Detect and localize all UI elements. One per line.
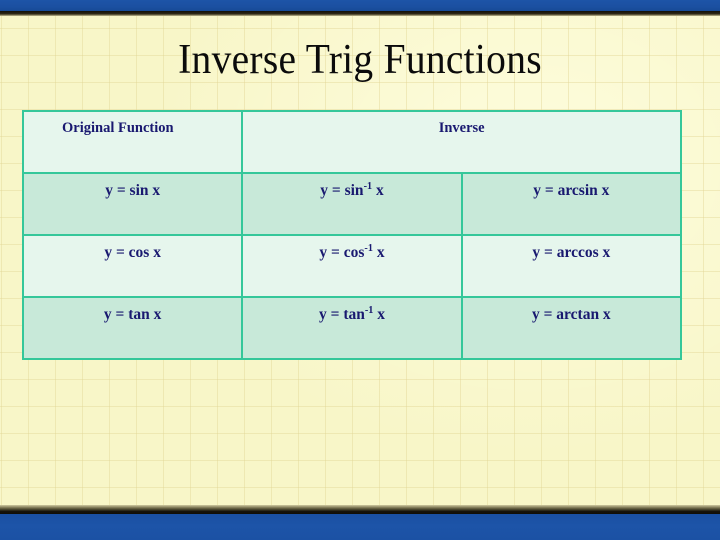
inverse-notation-base: y = tan — [318, 306, 365, 323]
inverse-notation-cos: y = cos-1 x — [249, 243, 454, 263]
inverse-notation-variable: x — [373, 306, 385, 323]
cell-inverse-notation: y = sin-1 x — [241, 172, 463, 236]
cell-original-function: y = tan x — [21, 296, 244, 360]
table-header-row: Original Function Inverse — [21, 110, 682, 174]
inverse-notation-exponent: -1 — [364, 242, 373, 254]
cell-inverse-notation: y = tan-1 x — [241, 296, 463, 360]
table-body: y = sin x y = sin-1 x y = arcsin x y = c… — [21, 172, 683, 360]
cell-inverse-named: y = arccos x — [460, 234, 683, 298]
inverse-notation-sin: y = sin-1 x — [249, 181, 454, 201]
bottom-accent-bar-shadow — [0, 505, 720, 514]
table-row: y = sin x y = sin-1 x y = arcsin x — [21, 172, 683, 236]
inverse-notation-tan: y = tan-1 x — [249, 305, 454, 325]
inverse-notation-base: y = sin — [320, 182, 364, 199]
cell-original-function: y = sin x — [21, 172, 244, 236]
top-accent-bar-shadow — [0, 11, 720, 16]
cell-inverse-named: y = arcsin x — [460, 172, 683, 236]
bottom-accent-bar — [0, 514, 720, 540]
inverse-notation-variable: x — [372, 244, 385, 261]
inverse-trig-table: Original Function Inverse y = sin x y = … — [21, 110, 683, 360]
column-header-original-function: Original Function — [21, 110, 244, 174]
cell-original-function: y = cos x — [21, 234, 244, 298]
page-title: Inverse Trig Functions — [178, 37, 542, 83]
inverse-notation-base: y = cos — [319, 244, 365, 261]
inverse-notation-variable: x — [372, 182, 384, 199]
table-row: y = cos x y = cos-1 x y = arccos x — [21, 234, 683, 298]
column-header-inverse: Inverse — [241, 110, 682, 174]
cell-inverse-notation: y = cos-1 x — [241, 234, 463, 298]
slide-canvas: Inverse Trig Functions Original Function… — [0, 0, 720, 540]
top-accent-bar — [0, 0, 720, 11]
table-row: y = tan x y = tan-1 x y = arctan x — [21, 296, 683, 360]
cell-inverse-named: y = arctan x — [460, 296, 683, 360]
table-header: Original Function Inverse — [21, 110, 682, 174]
inverse-notation-exponent: -1 — [363, 180, 373, 192]
